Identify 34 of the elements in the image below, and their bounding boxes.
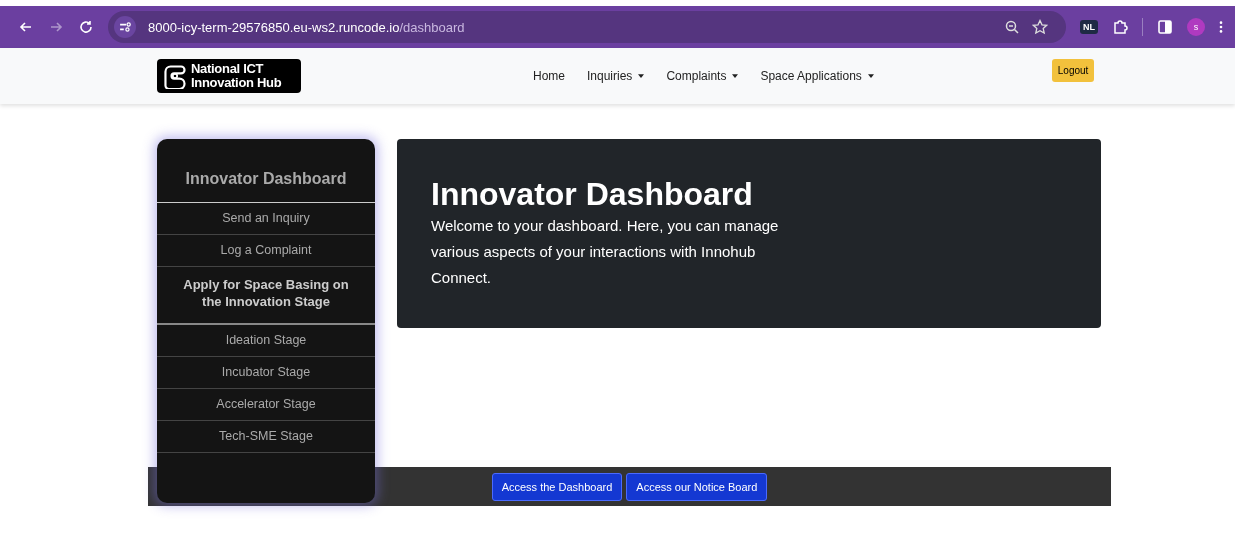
- footer-button[interactable]: Access our Notice Board: [626, 472, 768, 501]
- zoom-icon[interactable]: [1004, 19, 1020, 35]
- nav-link[interactable]: Home: [533, 69, 565, 83]
- nav-link[interactable]: Complaints: [666, 69, 739, 83]
- hero-title: Innovator Dashboard: [431, 175, 754, 213]
- logo[interactable]: National ICT Innovation Hub: [157, 59, 301, 93]
- caret-icon: [638, 74, 645, 78]
- sidebar-item[interactable]: Tech-SME Stage: [157, 421, 375, 453]
- sidebar-item[interactable]: Send an Inquiry: [157, 203, 375, 235]
- star-icon[interactable]: [1032, 19, 1048, 35]
- sidebar-heading: Apply for Space Basing on the Innovation Stage: [157, 267, 375, 325]
- circuit-icon: [162, 63, 188, 89]
- address-bar[interactable]: 8000-icy-term-29576850.eu-ws2.runcode.io/dashboard: [108, 11, 1066, 43]
- side-panel-icon[interactable]: [1157, 19, 1173, 35]
- sidebar-title: Innovator Dashboard: [157, 139, 375, 203]
- hero-text: Welcome to your dashboard. Here, you can manage various aspects of your interactions with Innohub Connect.: [431, 216, 780, 288]
- nav-link[interactable]: Inquiries: [587, 69, 645, 83]
- menu-icon[interactable]: [1219, 20, 1223, 34]
- sidebar-item[interactable]: Ideation Stage: [157, 325, 375, 357]
- sidebar-item[interactable]: Incubator Stage: [157, 357, 375, 389]
- caret-icon: [867, 74, 874, 78]
- logout-button[interactable]: Logout: [1051, 58, 1095, 82]
- sidebar-item[interactable]: Log a Complaint: [157, 235, 375, 267]
- profile-avatar[interactable]: s: [1187, 18, 1205, 36]
- nav-link[interactable]: Space Applications: [760, 69, 874, 83]
- footer-button[interactable]: Access the Dashboard: [491, 472, 623, 501]
- extension-badge[interactable]: NL: [1080, 20, 1098, 34]
- logo-text: National ICT Innovation Hub: [191, 62, 282, 90]
- site-settings-icon[interactable]: [114, 16, 136, 38]
- caret-icon: [732, 74, 739, 78]
- url-text: 8000-icy-term-29576850.eu-ws2.runcode.io/dashboard: [148, 19, 465, 35]
- reload-icon[interactable]: [78, 19, 94, 35]
- puzzle-icon[interactable]: [1112, 19, 1128, 35]
- sidebar-item[interactable]: Accelerator Stage: [157, 389, 375, 421]
